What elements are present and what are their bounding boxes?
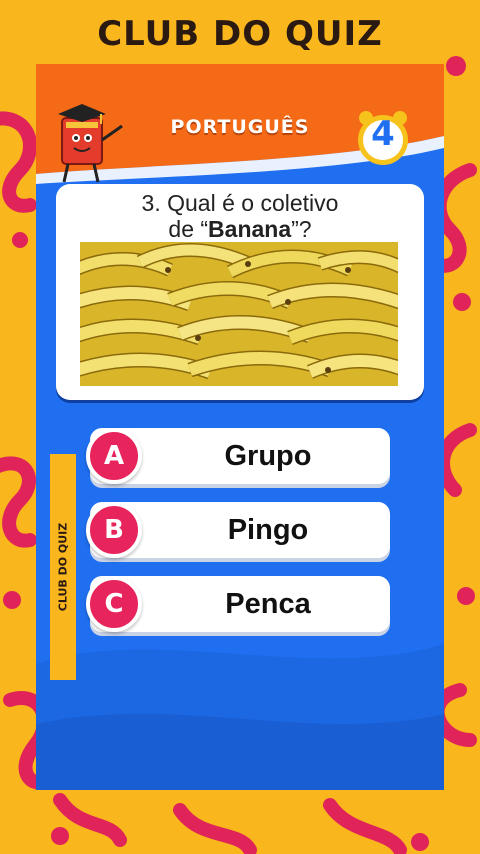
question-text: 3. Qual é o coletivo de “Banana”? bbox=[56, 190, 424, 242]
question-line-1: 3. Qual é o coletivo bbox=[141, 190, 339, 216]
timer-value: 4 bbox=[371, 114, 395, 154]
option-letter-badge: C bbox=[86, 576, 142, 632]
book-mascot-icon bbox=[58, 104, 123, 183]
quiz-card: PORTUGUÊS 4 3. Qual é o coletivo de “Ban… bbox=[36, 64, 444, 790]
question-line-2-pre: de “ bbox=[168, 216, 209, 242]
option-label: Grupo bbox=[224, 440, 312, 472]
option-letter-badge: A bbox=[86, 428, 142, 484]
question-line-2: de “Banana”? bbox=[56, 216, 424, 242]
bananas-image bbox=[80, 242, 398, 386]
brand-title: CLUB DO QUIZ bbox=[97, 14, 383, 54]
answer-option-c[interactable]: C Penca bbox=[86, 576, 390, 632]
question-line-2-post: ”? bbox=[291, 216, 312, 242]
option-letter-badge: B bbox=[86, 502, 142, 558]
option-label: Penca bbox=[225, 588, 311, 620]
answer-option-a[interactable]: A Grupo bbox=[86, 428, 390, 484]
question-keyword: Banana bbox=[208, 216, 292, 242]
side-brand-label: CLUB DO QUIZ bbox=[56, 522, 70, 612]
question-box: 3. Qual é o coletivo de “Banana”? bbox=[56, 184, 424, 400]
answer-option-b[interactable]: B Pingo bbox=[86, 502, 390, 558]
option-label: Pingo bbox=[227, 514, 309, 546]
